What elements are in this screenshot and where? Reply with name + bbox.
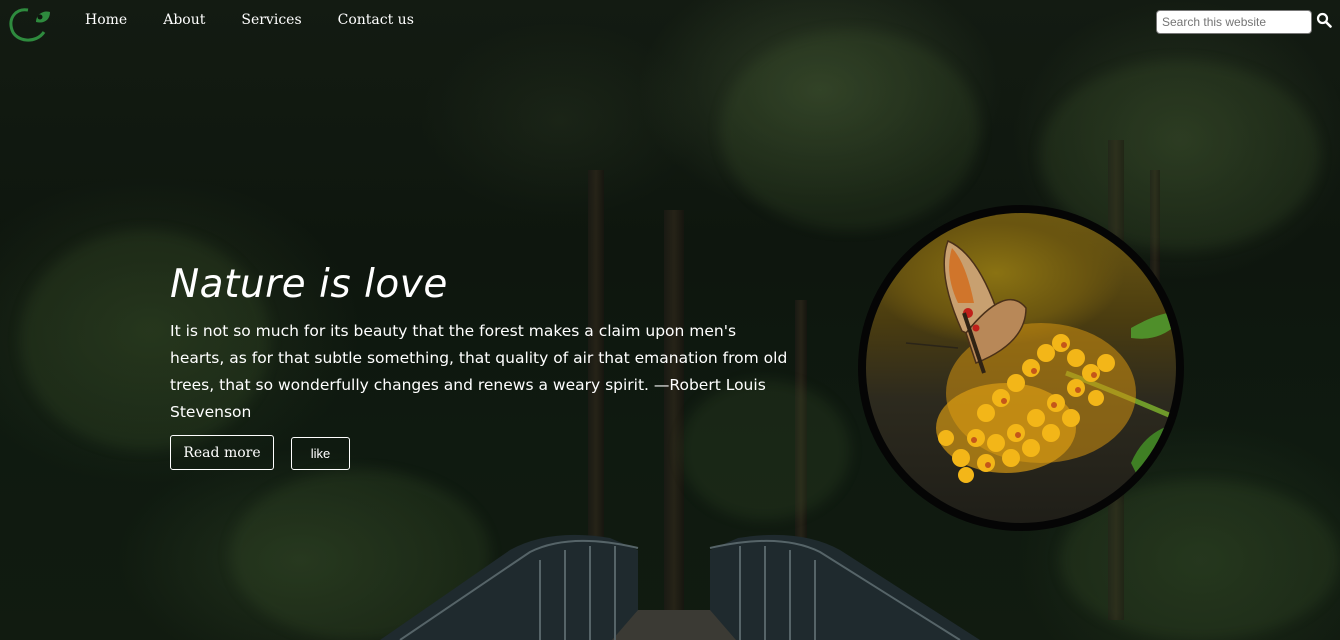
- butterfly-on-flower-illustration: [905, 240, 1176, 483]
- nav-link-about[interactable]: About: [163, 12, 205, 28]
- page: Home About Services Contact us Nature is…: [0, 0, 1340, 640]
- leaf-swirl-logo-icon[interactable]: [6, 4, 52, 44]
- read-more-button[interactable]: Read more: [170, 435, 274, 470]
- hero-quote: It is not so much for its beauty that th…: [170, 322, 788, 421]
- nav-links: Home About Services Contact us: [85, 12, 414, 28]
- nav-link-contact-us[interactable]: Contact us: [338, 12, 414, 28]
- nav-link-home[interactable]: Home: [85, 12, 127, 28]
- nav-link-services[interactable]: Services: [241, 12, 301, 28]
- search-icon[interactable]: [1316, 12, 1332, 28]
- like-button[interactable]: like: [291, 437, 350, 470]
- butterfly-photo-frame: [858, 205, 1184, 531]
- butterfly-photo: [866, 213, 1176, 523]
- bridge-image: [380, 534, 980, 640]
- hero-title: Nature is love: [170, 262, 448, 307]
- top-navigation: Home About Services Contact us: [0, 0, 1340, 44]
- search-input[interactable]: [1156, 10, 1312, 34]
